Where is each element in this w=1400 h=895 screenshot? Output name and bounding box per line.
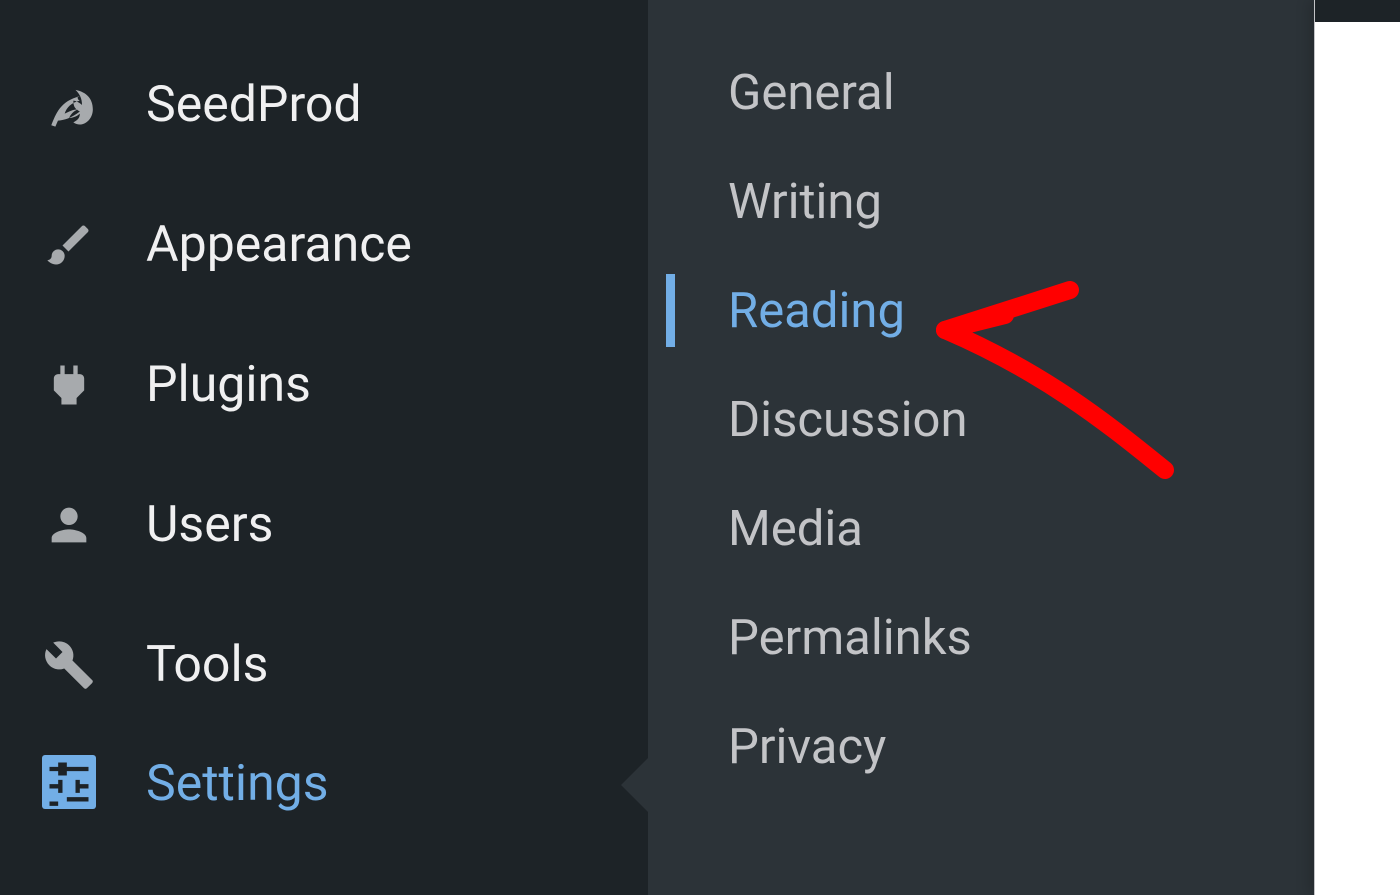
sidebar-item-appearance[interactable]: Appearance [0, 175, 648, 315]
submenu-item-label: Discussion [728, 391, 968, 448]
brush-icon [42, 218, 96, 272]
flyout-arrow-icon [621, 757, 649, 813]
submenu-item-permalinks[interactable]: Permalinks [648, 583, 1314, 692]
submenu-item-reading[interactable]: Reading [648, 256, 1314, 365]
submenu-item-label: Privacy [728, 718, 886, 775]
sidebar-item-label: SeedProd [146, 76, 362, 134]
submenu-item-label: Reading [728, 282, 905, 339]
submenu-item-general[interactable]: General [648, 38, 1314, 147]
user-icon [42, 498, 96, 552]
sidebar-item-label: Appearance [146, 216, 412, 274]
submenu-item-discussion[interactable]: Discussion [648, 365, 1314, 474]
sidebar-item-tools[interactable]: Tools [0, 595, 648, 735]
sliders-icon [42, 755, 96, 809]
submenu-item-privacy[interactable]: Privacy [648, 692, 1314, 801]
sidebar-item-label: Users [146, 496, 274, 554]
sidebar-item-users[interactable]: Users [0, 455, 648, 595]
submenu-item-label: General [728, 64, 895, 121]
sidebar-item-seedprod[interactable]: SeedProd [0, 35, 648, 175]
admin-sidebar: SeedProd Appearance Plugins Users Tools … [0, 0, 648, 895]
plug-icon [42, 358, 96, 412]
page-content-edge [1314, 0, 1400, 895]
sidebar-item-plugins[interactable]: Plugins [0, 315, 648, 455]
admin-bar-edge [1315, 0, 1400, 22]
submenu-item-writing[interactable]: Writing [648, 147, 1314, 256]
submenu-item-label: Media [728, 500, 863, 557]
wrench-icon [42, 638, 96, 692]
submenu-item-media[interactable]: Media [648, 474, 1314, 583]
sidebar-item-label: Plugins [146, 356, 311, 414]
submenu-item-label: Permalinks [728, 609, 972, 666]
sidebar-item-label: Settings [146, 755, 329, 813]
submenu-item-label: Writing [728, 173, 882, 230]
leaf-icon [42, 78, 96, 132]
sidebar-item-settings[interactable]: Settings [0, 735, 648, 835]
settings-submenu: General Writing Reading Discussion Media… [648, 0, 1314, 895]
sidebar-item-label: Tools [146, 636, 268, 694]
